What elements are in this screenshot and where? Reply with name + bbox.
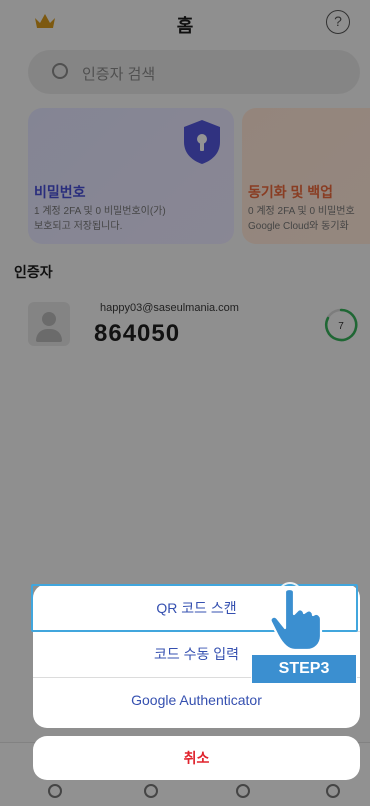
tutorial-step-badge: STEP3 bbox=[251, 654, 357, 684]
cancel-button[interactable]: 취소 bbox=[33, 736, 360, 780]
google-authenticator-option[interactable]: Google Authenticator bbox=[33, 678, 360, 722]
tap-hand-icon bbox=[269, 582, 323, 652]
